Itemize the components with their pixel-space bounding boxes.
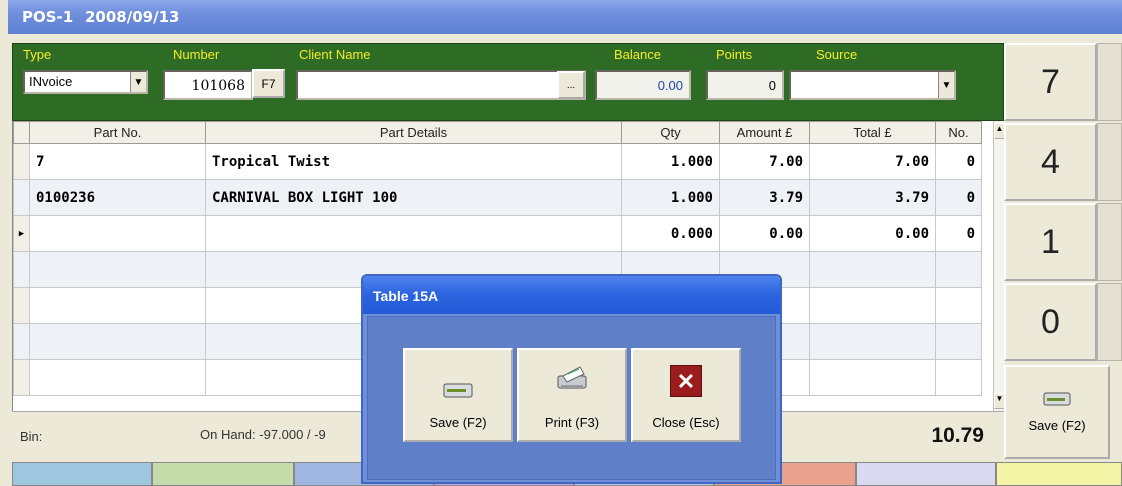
cell-total[interactable]: 7.00 (809, 143, 936, 180)
close-x-icon: ✕ (670, 365, 702, 397)
source-label: Source (816, 47, 858, 62)
cell-part-no[interactable]: 7 (29, 143, 206, 180)
cell-no[interactable]: 0 (935, 215, 982, 252)
type-select-value: INvoice (29, 74, 73, 89)
table-row[interactable]: 0100236 CARNIVAL BOX LIGHT 100 1.000 3.7… (13, 179, 982, 216)
invoice-header: Type Number Client Name Balance Points S… (12, 43, 1004, 121)
dialog-close-label: Close (Esc) (652, 415, 720, 430)
chevron-down-icon[interactable]: ▼ (130, 72, 146, 92)
col-header-amount[interactable]: Amount £ (719, 121, 810, 144)
cell-part-no[interactable] (29, 215, 206, 252)
dialog-body: Save (F2) Print (F3) ✕ Close (Esc) (367, 316, 776, 480)
cell-no[interactable]: 0 (935, 143, 982, 180)
cell-qty[interactable]: 1.000 (621, 179, 720, 216)
window-title: POS-1 (22, 8, 74, 26)
points-field: 0 (706, 70, 784, 100)
dialog-close-button[interactable]: ✕ Close (Esc) (631, 348, 741, 442)
row-indicator-header (13, 121, 30, 144)
save-button-label: Save (F2) (1028, 418, 1086, 433)
color-tab[interactable] (152, 462, 294, 486)
grand-total: 10.79 (931, 424, 984, 447)
client-name-label: Client Name (299, 47, 371, 62)
col-header-part-details[interactable]: Part Details (205, 121, 622, 144)
cell-details[interactable] (205, 215, 622, 252)
number-field[interactable]: 101068 (163, 70, 253, 100)
cell-amount[interactable]: 0.00 (719, 215, 810, 252)
col-header-qty[interactable]: Qty (621, 121, 720, 144)
type-select[interactable]: INvoice ▼ (23, 70, 148, 94)
color-tab[interactable] (856, 462, 996, 486)
dialog-save-label: Save (F2) (429, 415, 487, 430)
title-bar: POS-1 2008/09/13 (0, 0, 1122, 34)
cell-total[interactable]: 3.79 (809, 179, 936, 216)
pos-window: POS-1 2008/09/13 Type Number Client Name… (0, 0, 1122, 486)
cell-amount[interactable]: 7.00 (719, 143, 810, 180)
client-name-field[interactable] (296, 70, 586, 100)
type-label: Type (23, 47, 52, 62)
color-tab[interactable] (12, 462, 152, 486)
cell-amount[interactable]: 3.79 (719, 179, 810, 216)
chevron-down-icon[interactable]: ▼ (938, 72, 954, 98)
key-7[interactable]: 7 (1004, 43, 1097, 121)
f7-button[interactable]: F7 (252, 69, 285, 98)
client-search-button[interactable]: ... (557, 71, 585, 99)
key-side[interactable] (1097, 283, 1122, 361)
current-row-arrow-icon: ▶ (13, 215, 30, 252)
points-label: Points (716, 47, 753, 62)
dialog-print-button[interactable]: Print (F3) (517, 348, 627, 442)
balance-label: Balance (614, 47, 661, 62)
col-header-no[interactable]: No. (935, 121, 982, 144)
key-side[interactable] (1097, 43, 1122, 121)
col-header-part-no[interactable]: Part No. (29, 121, 206, 144)
balance-field: 0.00 (595, 70, 691, 100)
cell-details[interactable]: CARNIVAL BOX LIGHT 100 (205, 179, 622, 216)
cell-details[interactable]: Tropical Twist (205, 143, 622, 180)
dialog-print-label: Print (F3) (544, 415, 600, 430)
source-select[interactable]: ▼ (789, 70, 956, 100)
key-0[interactable]: 0 (1004, 283, 1097, 361)
bin-label: Bin: (20, 429, 43, 444)
cell-qty[interactable]: 1.000 (621, 143, 720, 180)
on-hand-text: On Hand: -97.000 / -9 (200, 427, 326, 442)
cell-qty[interactable]: 0.000 (621, 215, 720, 252)
key-side[interactable] (1097, 123, 1122, 201)
dialog-save-button[interactable]: Save (F2) (403, 348, 513, 442)
window-date: 2008/09/13 (85, 8, 180, 26)
key-side[interactable] (1097, 203, 1122, 281)
table-row[interactable]: 7 Tropical Twist 1.000 7.00 7.00 0 (13, 143, 982, 180)
dialog-title-bar[interactable]: Table 15A (363, 276, 780, 314)
cell-part-no[interactable]: 0100236 (29, 179, 206, 216)
table-row[interactable]: ▶ 0.000 0.00 0.00 0 (13, 215, 982, 252)
key-1[interactable]: 1 (1004, 203, 1097, 281)
printer-icon (557, 366, 587, 389)
cell-total[interactable]: 0.00 (809, 215, 936, 252)
number-label: Number (173, 47, 220, 62)
printer-drive-icon (1043, 392, 1071, 406)
col-header-total[interactable]: Total £ (809, 121, 936, 144)
cell-no[interactable]: 0 (935, 179, 982, 216)
color-tab[interactable] (996, 462, 1122, 486)
table-dialog: Table 15A Save (F2) Print (F3) ✕ Close (… (361, 274, 782, 484)
save-button[interactable]: Save (F2) (1004, 365, 1110, 459)
dialog-title: Table 15A (373, 288, 439, 304)
printer-drive-icon (443, 383, 473, 398)
key-4[interactable]: 4 (1004, 123, 1097, 201)
